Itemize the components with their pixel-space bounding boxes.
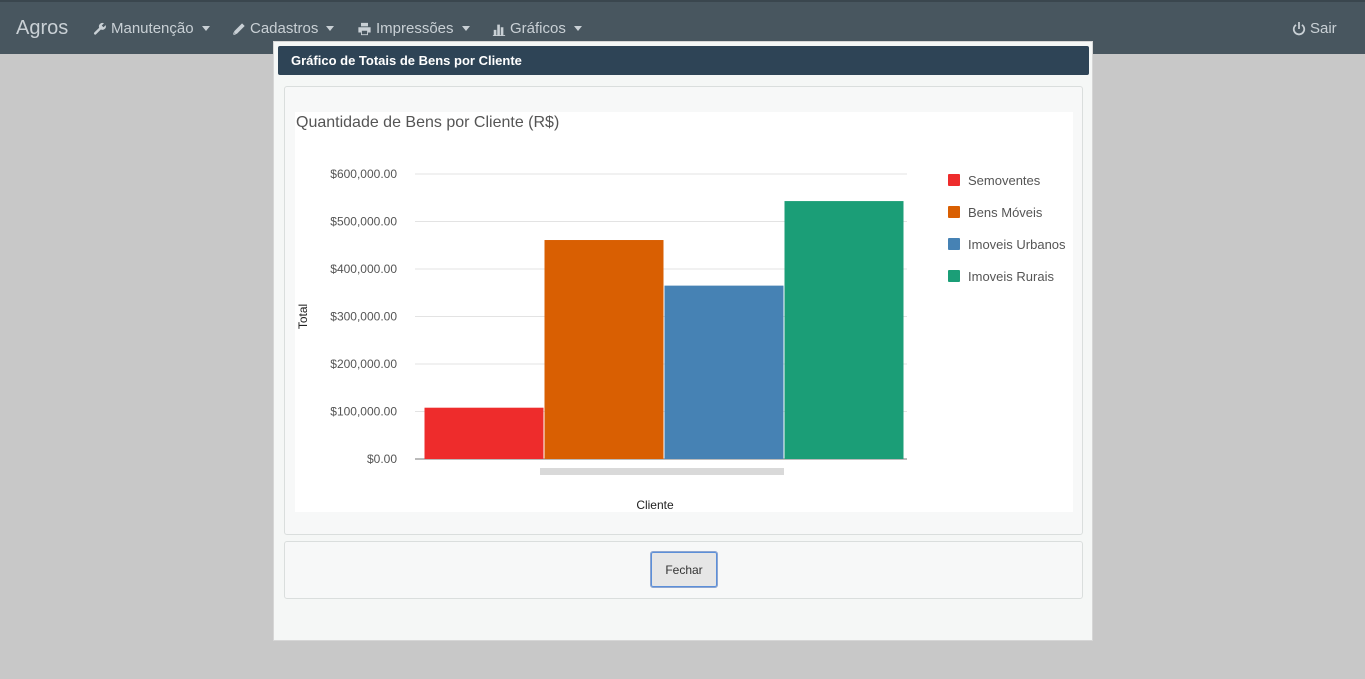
y-tick-label: $300,000.00 bbox=[330, 310, 397, 324]
menu-manutencao[interactable]: Manutenção bbox=[93, 20, 210, 37]
legend-label: Imoveis Rurais bbox=[968, 269, 1054, 284]
bar bbox=[784, 201, 904, 459]
menu-cadastros-label: Cadastros bbox=[250, 20, 319, 37]
y-tick-label: $400,000.00 bbox=[330, 262, 397, 276]
y-tick-label: $0.00 bbox=[367, 452, 397, 466]
legend-label: Bens Móveis bbox=[968, 205, 1043, 220]
chart-area: Quantidade de Bens por Cliente (R$) $0.00… bbox=[295, 112, 1073, 512]
chart-modal: Gráfico de Totais de Bens por Cliente Qu… bbox=[273, 41, 1093, 641]
menu-impressoes-label: Impressões bbox=[376, 20, 454, 37]
bar-chart-icon bbox=[492, 24, 506, 36]
close-button[interactable]: Fechar bbox=[650, 551, 718, 588]
wrench-icon bbox=[93, 22, 106, 35]
y-axis-label: Total bbox=[296, 304, 310, 329]
legend-label: Imoveis Urbanos bbox=[968, 237, 1066, 252]
modal-title: Gráfico de Totais de Bens por Cliente bbox=[278, 46, 1089, 75]
print-icon bbox=[358, 22, 371, 35]
chevron-down-icon bbox=[326, 26, 335, 31]
bar bbox=[544, 240, 664, 459]
x-axis-label: Cliente bbox=[636, 498, 674, 512]
brand-logo[interactable]: Agros bbox=[16, 17, 68, 40]
menu-impressoes[interactable]: Impressões bbox=[357, 20, 470, 37]
x-category-label-redacted bbox=[540, 468, 784, 475]
bar bbox=[664, 285, 784, 459]
chart-title: Quantidade de Bens por Cliente (R$) bbox=[296, 114, 559, 131]
menu-cadastros[interactable]: Cadastros bbox=[232, 20, 335, 37]
y-tick-label: $600,000.00 bbox=[330, 167, 397, 181]
chevron-down-icon bbox=[201, 26, 210, 31]
menu-graficos[interactable]: Gráficos bbox=[492, 20, 582, 37]
legend-swatch bbox=[948, 206, 960, 218]
power-icon bbox=[1292, 21, 1306, 35]
legend-swatch bbox=[948, 174, 960, 186]
chevron-down-icon bbox=[573, 26, 582, 31]
bar bbox=[424, 407, 544, 459]
menu-graficos-label: Gráficos bbox=[510, 20, 566, 37]
bar-chart: Quantidade de Bens por Cliente (R$) $0.00… bbox=[296, 114, 1066, 512]
menu-manutencao-label: Manutenção bbox=[111, 20, 194, 37]
y-tick-label: $100,000.00 bbox=[330, 405, 397, 419]
legend-swatch bbox=[948, 238, 960, 250]
logout-label: Sair bbox=[1310, 20, 1337, 37]
pencil-icon bbox=[233, 22, 245, 35]
y-tick-label: $200,000.00 bbox=[330, 357, 397, 371]
chart-panel: Quantidade de Bens por Cliente (R$) $0.00… bbox=[284, 86, 1083, 535]
legend-swatch bbox=[948, 270, 960, 282]
chevron-down-icon bbox=[461, 26, 470, 31]
logout-link[interactable]: Sair bbox=[1292, 20, 1337, 37]
y-tick-label: $500,000.00 bbox=[330, 215, 397, 229]
modal-footer: Fechar bbox=[284, 541, 1083, 599]
legend-label: Semoventes bbox=[968, 173, 1041, 188]
